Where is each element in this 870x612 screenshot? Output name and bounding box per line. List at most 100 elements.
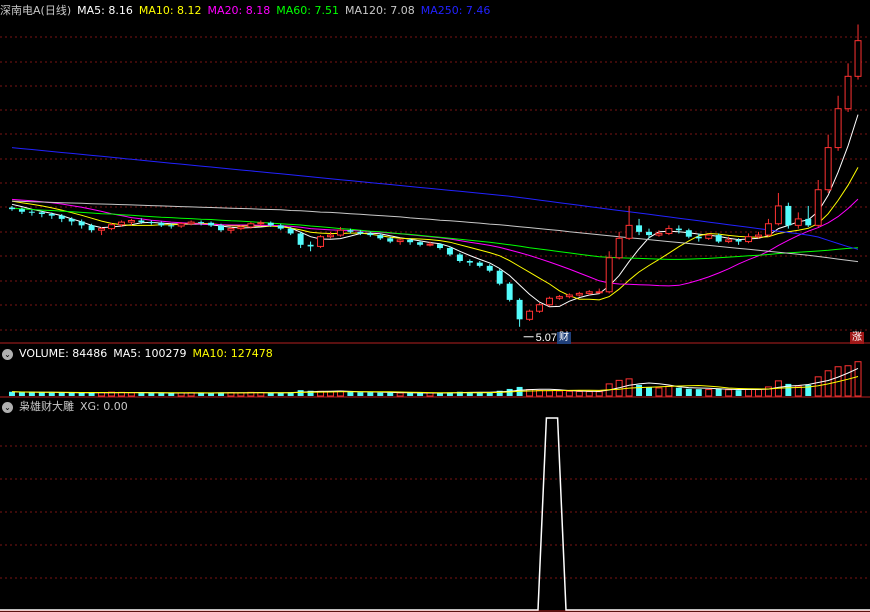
ma250-line (11, 147, 859, 250)
ma5-line (11, 114, 859, 308)
volume-bar (68, 392, 75, 396)
candle-body (68, 218, 75, 222)
candle-body (247, 223, 255, 228)
volume-bar (646, 387, 652, 396)
candle-body (108, 224, 115, 230)
volume-bar (148, 392, 155, 396)
zhang-badge[interactable]: 涨 (850, 332, 864, 344)
volume-bar (725, 389, 733, 397)
candle-body (785, 205, 792, 226)
candle-body (436, 244, 443, 249)
candle-body (307, 244, 314, 247)
candle-body (117, 221, 125, 226)
low-price-label: 5.07 (536, 332, 557, 344)
volume-bar (88, 392, 95, 396)
volume-bar (277, 392, 284, 396)
volume-bar (267, 392, 274, 396)
candle-body (764, 223, 772, 236)
volume-bar (636, 384, 643, 396)
volume-legend-item: VOLUME: 84486 (19, 347, 108, 360)
candle-body (28, 211, 35, 213)
candle-body (38, 212, 45, 215)
candle-body (227, 228, 235, 231)
candle-body (794, 218, 802, 226)
candle-body (18, 209, 25, 212)
main-legend: 深南电A(日线) MA5: 8.16 MA10: 8.12 MA20: 8.18 MA6… (0, 2, 502, 20)
candle-body (257, 222, 265, 225)
candle-body (396, 239, 404, 243)
candle-body (48, 214, 55, 216)
candle-body (168, 225, 175, 227)
xg-signal-line (0, 417, 870, 611)
volume-panel-toggle-icon[interactable]: ⌄ (2, 348, 13, 360)
ma-legend-ma120: MA120: 7.08 (344, 4, 415, 17)
candle-body (725, 239, 733, 243)
candle-body (774, 205, 782, 225)
volume-bar (127, 392, 135, 397)
candle-body (187, 221, 195, 225)
volume-bar (565, 390, 573, 397)
candle-body (476, 262, 483, 266)
candle-body (536, 304, 543, 312)
candle-body (88, 225, 95, 231)
candle-body (98, 228, 106, 231)
candle-body (446, 248, 453, 255)
candle-body (615, 237, 623, 259)
candle-body (317, 236, 325, 247)
volume-bar (357, 392, 364, 396)
chart-canvas[interactable]: 5.07 (0, 0, 870, 612)
volume-bar (38, 392, 45, 396)
volume-bar (755, 389, 762, 397)
volume-bar (407, 393, 414, 396)
candle-body (417, 242, 424, 245)
candle-body (148, 222, 155, 224)
candle-body (407, 239, 414, 243)
stock-title: 深南电A(日线) (0, 4, 72, 17)
candle-body (138, 220, 145, 223)
candle-body (655, 232, 663, 236)
volume-legend-item: MA10: 127478 (192, 347, 273, 360)
volume-bar (735, 390, 742, 396)
candle-body (844, 75, 852, 110)
ma60-line (11, 208, 859, 260)
candle-body (78, 221, 85, 226)
cai-badge[interactable]: 财 (557, 332, 571, 344)
volume-bar (685, 388, 692, 396)
candle-body (357, 231, 364, 234)
candle-body (625, 224, 633, 239)
volume-bar (417, 393, 424, 396)
candle-body (675, 228, 682, 231)
candle-body (705, 234, 713, 239)
volume-bar (138, 392, 145, 396)
candle-body (218, 225, 224, 231)
ma-legend-ma10: MA10: 8.12 (138, 4, 202, 17)
volume-bar (545, 390, 553, 397)
candle-body (58, 215, 65, 219)
candle-body (854, 40, 862, 77)
ma-legend-ma5: MA5: 8.16 (77, 4, 133, 17)
candle-body (595, 291, 603, 294)
candle-body (685, 230, 692, 237)
volume-bar (48, 392, 55, 396)
candle-body (506, 283, 513, 300)
candle-body (605, 257, 613, 293)
candle-body (267, 222, 274, 226)
candle-body (545, 297, 553, 306)
candle-body (208, 222, 215, 226)
volume-bar (745, 388, 753, 397)
candle-body (367, 233, 374, 236)
volume-bar (595, 391, 603, 397)
ma20-line (11, 198, 859, 287)
volume-bar (585, 391, 593, 397)
volume-bar (715, 388, 722, 396)
candle-body (585, 291, 593, 294)
volume-bar (675, 387, 682, 396)
ma-legend-ma60: MA60: 7.51 (276, 4, 339, 17)
indicator-panel-toggle-icon[interactable]: ⌄ (2, 401, 13, 413)
volume-bar (208, 393, 215, 396)
candle-body (8, 207, 15, 210)
candle-body (735, 239, 742, 242)
candle-body (814, 189, 822, 226)
candle-body (377, 235, 384, 239)
candle-body (636, 225, 643, 232)
